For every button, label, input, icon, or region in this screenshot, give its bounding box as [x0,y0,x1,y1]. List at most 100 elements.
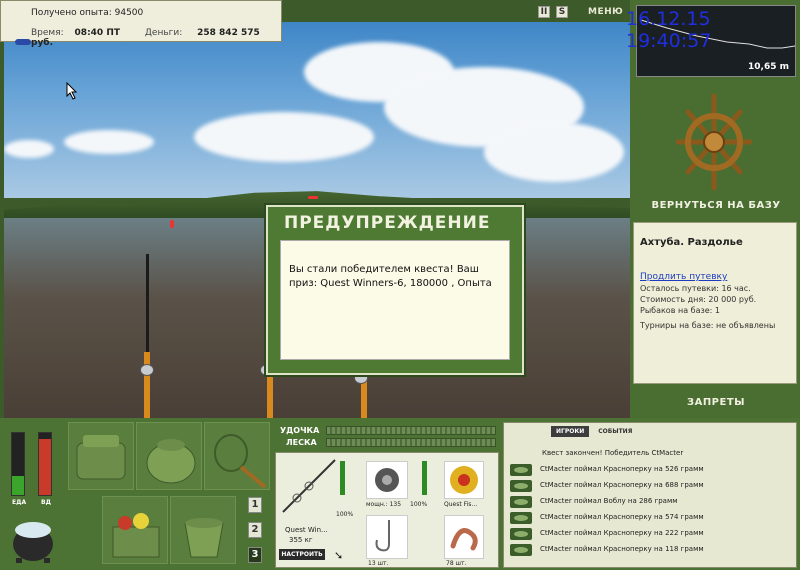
landing-net-slot[interactable] [204,422,270,490]
reel-icon [140,364,154,376]
line-name: Quest Fis... [444,501,478,508]
time-money-row: Время: 08:40 ПТ Деньги: 258 842 575 руб. [31,28,281,48]
inventory-bag-slot[interactable] [68,422,134,490]
top-toolbar: II S МЕНЮ [538,3,623,21]
feed-tabs: ИГРОКИ СОБЫТИЯ [551,426,637,437]
water-meter-fill [39,439,51,495]
fish-sack-icon [146,439,196,484]
return-to-base-button[interactable]: ВЕРНУТЬСЯ НА БАЗУ [636,200,796,211]
line-tension-gauge [326,438,496,447]
rod-handle [144,352,150,418]
float-marker [170,220,174,228]
reel-durability-fill [422,461,427,495]
reel-pct: 100% [410,501,428,508]
depth-value: 10,65 m [748,62,789,72]
location-title: Ахтуба. Раздолье [640,237,743,248]
list-item: CtMacter поймал Красноперку на 526 грамм [510,463,792,477]
reel-slot[interactable] [366,461,408,499]
float-marker [308,196,318,199]
fishers-count-text: Рыбаков на базе: 1 [640,306,720,315]
bucket-slot[interactable] [170,496,236,564]
tab-events[interactable]: СОБЫТИЯ [593,426,637,437]
food-meter [11,432,25,496]
money-label: Деньги: [144,28,183,38]
time-label: Время: [31,28,64,38]
experience-value: 94500 [114,8,144,18]
sack-slot[interactable] [136,422,202,490]
extend-pass-link[interactable]: Продлить путевку [640,272,790,282]
slot-2-button[interactable]: 2 [248,522,262,538]
rod-tension-gauge [326,426,496,435]
cloud [64,130,154,154]
feed-row-text: CtMacter поймал Красноперку на 222 грамм [540,529,704,537]
pass-left-text: Осталось путевки: 16 час. [640,284,751,293]
cloud [4,140,54,158]
day-cost-text: Стоимость дня: 20 000 руб. [640,295,757,304]
events-feed: ИГРОКИ СОБЫТИЯ Квест закончен! Победител… [503,422,797,568]
experience-label: Получено опыта: [31,8,112,18]
feed-row-text: CtMacter поймал Красноперку на 688 грамм [540,481,704,489]
reel-durability-bar [422,461,427,495]
hook-slot[interactable] [366,515,408,559]
hook-icon [375,520,390,552]
rod-gauge-label: УДОЧКА [280,426,320,435]
water-meter [38,432,52,496]
list-item: CtMacter поймал Красноперку на 574 грамм [510,511,792,525]
feed-row-text: CtMacter поймал Красноперку на 526 грамм [540,465,704,473]
bait-count: 78 шт. [446,560,467,567]
warning-dialog[interactable]: ПРЕДУПРЕЖДЕНИЕ Вы стали победителем квес… [266,205,524,375]
pause-button[interactable]: II [538,6,550,18]
fish-icon [510,512,532,524]
hook-count: 13 шт. [368,560,389,567]
experience-row: Получено опыта: 94500 [31,8,143,18]
feed-header: Квест закончен! Победитель CtMacter [542,449,684,457]
sound-button[interactable]: S [556,6,568,18]
list-item: CtMacter поймал Красноперку на 688 грамм [510,479,792,493]
fishing-line-icon [450,466,478,494]
ship-wheel-icon[interactable] [676,92,752,192]
datetime-overlay: 16.12.15 19:40:57 [626,8,712,52]
dialog-message: Вы стали победителем квеста! Ваш приз: Q… [280,240,510,360]
rod-icon [282,459,336,513]
dialog-title: ПРЕДУПРЕЖДЕНИЕ [284,213,491,233]
slot-3-button[interactable]: 3 [248,547,262,563]
cauldron-icon[interactable] [8,512,58,564]
food-basket-slot[interactable] [102,496,168,564]
rod-name: Quest Win... [285,526,328,534]
food-basket-icon [112,513,160,558]
fish-icon [510,464,532,476]
fish-icon [510,480,532,492]
cloud [194,112,374,162]
time-value: 08:40 ПТ [74,28,120,38]
menu-button[interactable]: МЕНЮ [588,7,623,17]
feed-row-text: CtMacter поймал Красноперку на 118 грамм [540,545,704,553]
line-slot[interactable] [444,461,484,499]
rod-weight: 355 кг [289,536,313,544]
rod-durability-bar [340,461,345,495]
reel-icon [375,468,399,492]
reel-power: мощн.: 135 [366,501,402,508]
fish-icon [510,528,532,540]
bait-icon [450,528,478,551]
landing-net-icon [214,434,267,489]
game-screen: Получено опыта: 94500 Время: 08:40 ПТ Де… [0,0,800,570]
sky [4,22,630,198]
bait-bucket-icon [184,518,224,558]
cloud [484,122,624,182]
small-logo-icon [15,39,31,45]
base-info-panel: Ахтуба. Раздолье Продлить путевку Остало… [633,222,797,384]
slot-1-button[interactable]: 1 [248,497,262,513]
arrow-icon: ➘ [334,549,344,562]
adjust-tackle-button[interactable]: НАСТРОИТЬ [279,549,325,560]
rod-pct: 100% [336,511,354,518]
player-info-panel: Получено опыта: 94500 Время: 08:40 ПТ Де… [0,0,282,48]
bans-button[interactable]: ЗАПРЕТЫ [636,397,796,408]
list-item: CtMacter поймал Красноперку на 118 грамм [510,543,792,557]
fish-icon [510,544,532,556]
feed-row-text: CtMacter поймал Красноперку на 574 грамм [540,513,704,521]
food-meter-label: ЕДА [12,499,27,506]
tab-players[interactable]: ИГРОКИ [551,426,590,437]
bait-slot[interactable] [444,515,484,559]
tournaments-text: Турниры на базе: не объявлены [640,321,776,330]
water-meter-label: ВД [41,499,51,506]
